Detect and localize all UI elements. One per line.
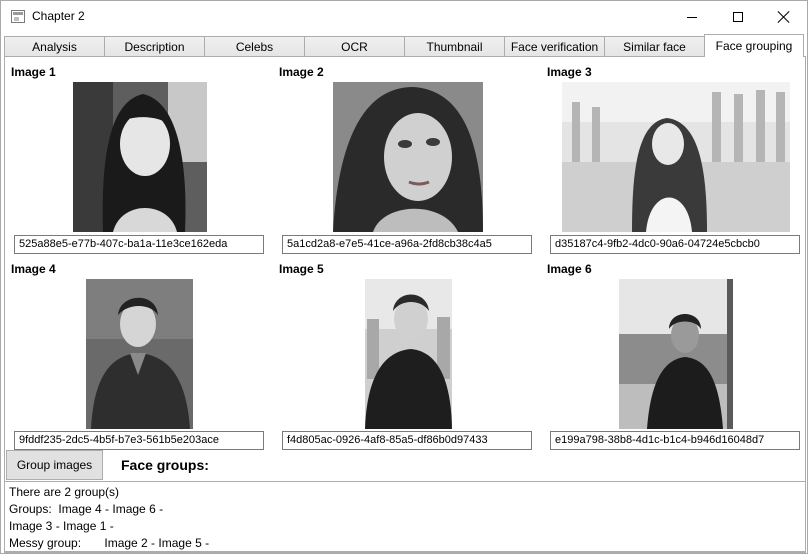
- window-title: Chapter 2: [32, 9, 85, 23]
- tab-celebs[interactable]: Celebs: [204, 36, 305, 56]
- results-line: There are 2 group(s): [9, 485, 120, 499]
- image-5-photo: [365, 279, 452, 429]
- image-3-face-id[interactable]: d35187c4-9fb2-4dc0-90a6-04724e5cbcb0: [550, 235, 800, 254]
- image-2-photo: [333, 82, 483, 232]
- image-2-label: Image 2: [279, 65, 324, 79]
- tab-analysis[interactable]: Analysis: [4, 36, 105, 56]
- title-bar[interactable]: Chapter 2: [1, 1, 807, 33]
- image-6-face-id[interactable]: e199a798-38b8-4d1c-b1c4-b946d16048d7: [550, 431, 800, 450]
- image-5-label: Image 5: [279, 262, 324, 276]
- tab-description[interactable]: Description: [104, 36, 205, 56]
- face-groups-heading: Face groups:: [121, 457, 209, 473]
- image-4-label: Image 4: [11, 262, 56, 276]
- image-2-face-id[interactable]: 5a1cd2a8-e7e5-41ce-a96a-2fd8cb38c4a5: [282, 235, 532, 254]
- image-1-face-id[interactable]: 525a88e5-e77b-407c-ba1a-11e3ce162eda: [14, 235, 264, 254]
- image-4-face-id[interactable]: 9fddf235-2dc5-4b5f-b7e3-561b5e203ace: [14, 431, 264, 450]
- image-5-face-id[interactable]: f4d805ac-0926-4af8-85a5-df86b0d97433: [282, 431, 532, 450]
- image-4-photo: [86, 279, 193, 429]
- app-icon: [11, 10, 25, 23]
- minimize-button[interactable]: [669, 1, 715, 33]
- tab-face-grouping[interactable]: Face grouping: [704, 34, 804, 57]
- image-3-photo: [562, 82, 790, 232]
- tab-strip: Analysis Description Celebs OCR Thumbnai…: [4, 34, 804, 57]
- group-images-button[interactable]: Group images: [6, 450, 103, 480]
- results-line: Groups: Image 4 - Image 6 -: [9, 502, 164, 516]
- tab-similar-face[interactable]: Similar face: [604, 36, 705, 56]
- image-1-label: Image 1: [11, 65, 56, 79]
- tab-ocr[interactable]: OCR: [304, 36, 405, 56]
- maximize-icon: [733, 12, 743, 22]
- minimize-icon: [687, 16, 697, 18]
- tab-thumbnail[interactable]: Thumbnail: [404, 36, 505, 56]
- face-groups-results[interactable]: There are 2 group(s) Groups: Image 4 - Im…: [4, 481, 806, 552]
- image-6-photo: [619, 279, 733, 429]
- results-line: Image 3 - Image 1 -: [9, 519, 114, 533]
- close-icon: [778, 11, 790, 23]
- app-window: Chapter 2 Analysis Description Celebs OC…: [0, 0, 808, 554]
- tab-face-verification[interactable]: Face verification: [504, 36, 605, 56]
- image-1-photo: [73, 82, 207, 232]
- results-line: Messy group: Image 2 - Image 5 -: [9, 536, 210, 550]
- close-button[interactable]: [761, 1, 807, 33]
- image-6-label: Image 6: [547, 262, 592, 276]
- image-3-label: Image 3: [547, 65, 592, 79]
- maximize-button[interactable]: [715, 1, 761, 33]
